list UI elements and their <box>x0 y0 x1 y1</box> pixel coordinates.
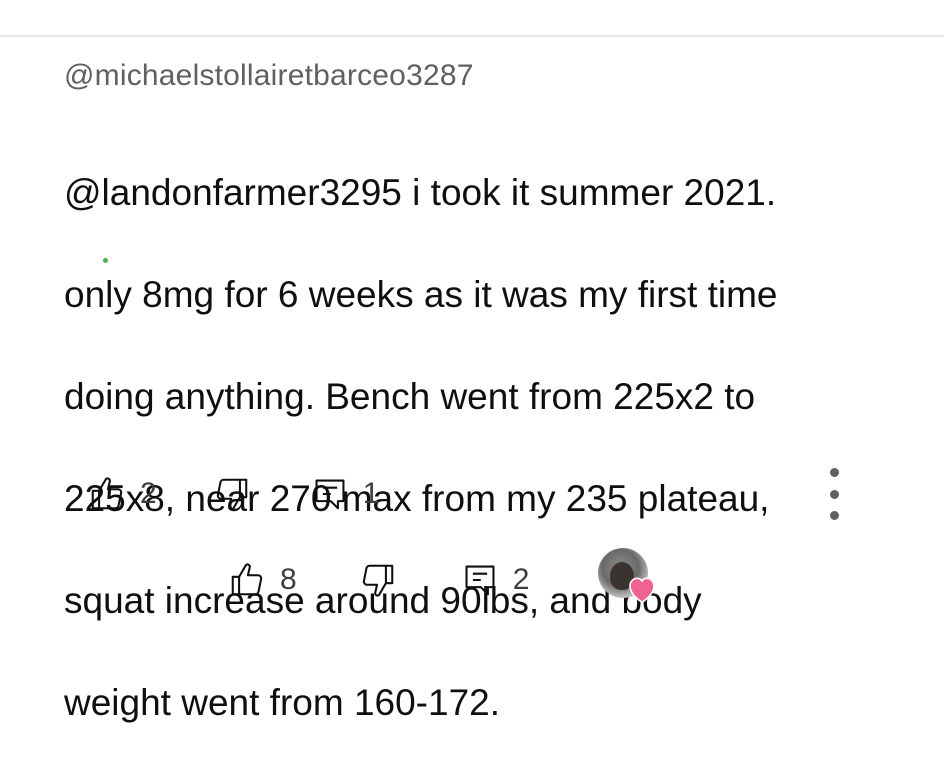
creator-heart-badge <box>598 548 662 608</box>
reply-icon <box>461 561 499 599</box>
comment-body: @landonfarmer3295 i took it summer 2021.… <box>64 116 894 779</box>
parent-reply-button[interactable]: 2 <box>461 561 530 599</box>
thumbs-down-icon <box>359 561 397 599</box>
thumbs-up-icon <box>88 475 126 513</box>
comment-line: only 8mg for 6 weeks as it was my first … <box>64 274 778 315</box>
parent-like-button[interactable]: 8 <box>228 561 297 599</box>
comment-actions: 2 1 <box>88 470 858 518</box>
comment-card: @michaelstollairetbarceo3287 @landonfarm… <box>64 56 914 779</box>
heart-icon <box>626 574 658 609</box>
more-options-button[interactable] <box>820 468 848 520</box>
comment-line: weight went from 160-172. <box>64 682 501 723</box>
comment-line: doing anything. Bench went from 225x2 to <box>64 376 756 417</box>
more-vertical-icon <box>829 489 839 499</box>
parent-dislike-button[interactable] <box>359 561 397 599</box>
more-vertical-icon <box>829 511 839 520</box>
status-dot <box>103 258 108 263</box>
like-count: 2 <box>140 477 157 510</box>
reply-icon <box>311 475 349 513</box>
reply-count: 1 <box>362 477 380 510</box>
comment-author[interactable]: @michaelstollairetbarceo3287 <box>64 56 914 96</box>
parent-reply-count: 2 <box>512 563 530 596</box>
top-divider <box>0 35 944 37</box>
thumbs-up-icon <box>228 561 266 599</box>
comment-line: @landonfarmer3295 i took it summer 2021. <box>64 172 777 213</box>
thumbs-down-icon <box>213 475 251 513</box>
dislike-button[interactable] <box>213 475 251 513</box>
more-vertical-icon <box>829 468 839 477</box>
like-button[interactable]: 2 <box>88 475 157 513</box>
parent-like-count: 8 <box>280 563 297 596</box>
reply-button[interactable]: 1 <box>311 475 380 513</box>
